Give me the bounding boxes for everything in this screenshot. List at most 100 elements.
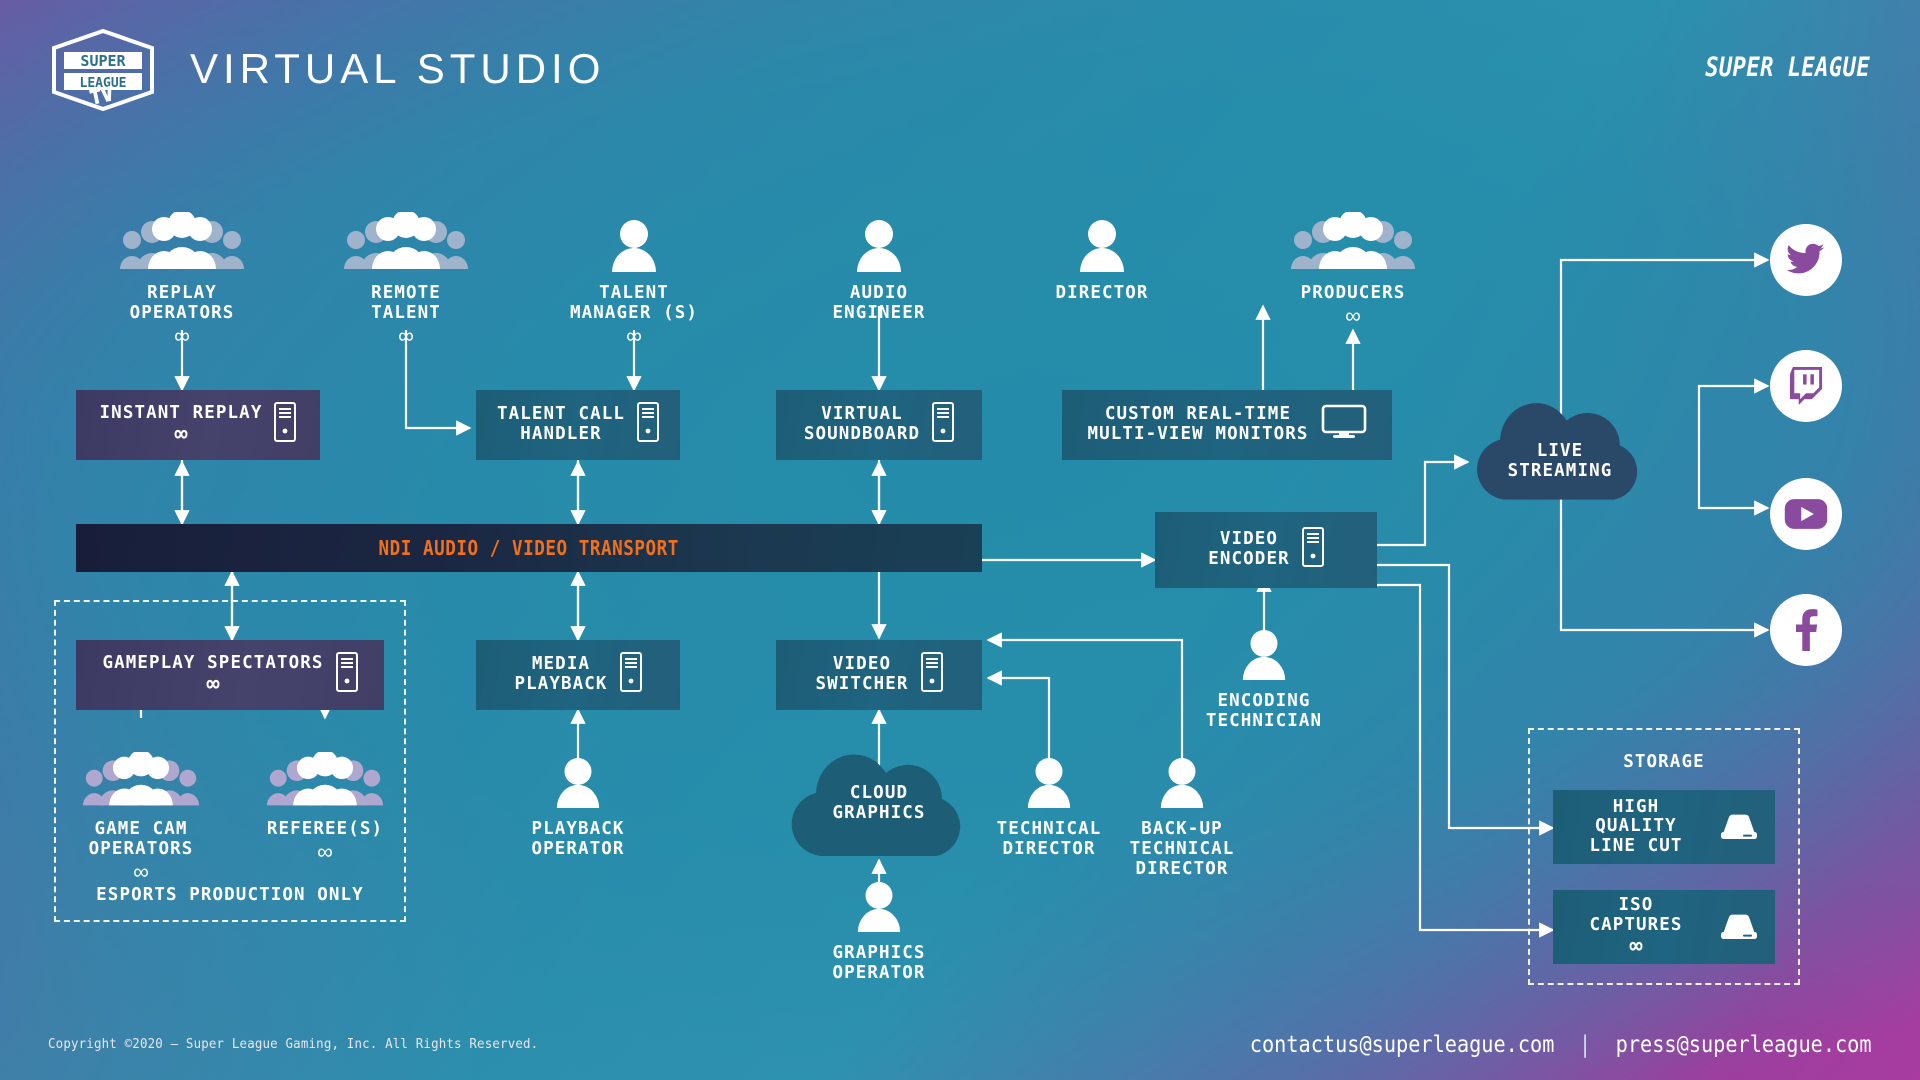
role-graphics-operator[interactable]: GRAPHICS OPERATOR bbox=[784, 880, 974, 984]
system-video-switcher[interactable]: VIDEO SWITCHER bbox=[776, 640, 982, 710]
role-label: ENCODING TECHNICIAN bbox=[1205, 691, 1323, 731]
system-gameplay-spectators[interactable]: GAMEPLAY SPECTATORS ∞ bbox=[76, 640, 384, 710]
system-high-quality-line-cut[interactable]: HIGH QUALITY LINE CUT bbox=[1553, 790, 1775, 864]
infinity-symbol: ∞ bbox=[1345, 302, 1361, 328]
role-label: TECHNICAL DIRECTOR bbox=[996, 819, 1102, 859]
role-label: GRAPHICS OPERATOR bbox=[832, 943, 926, 983]
system-talent-call-handler[interactable]: TALENT CALL HANDLER bbox=[476, 390, 680, 460]
cloud-live-streaming[interactable]: LIVE STREAMING bbox=[1464, 400, 1656, 506]
people-group-icon bbox=[81, 750, 201, 815]
role-game-cam-operators[interactable]: GAME CAM OPERATORS ∞ bbox=[46, 750, 236, 884]
server-tower-icon bbox=[335, 652, 358, 698]
press-email-link[interactable]: press@superleague.com bbox=[1616, 1032, 1872, 1058]
system-iso-captures[interactable]: ISO CAPTURES ∞ bbox=[1553, 890, 1775, 964]
server-tower-icon bbox=[920, 652, 943, 698]
infinity-symbol: ∞ bbox=[1629, 934, 1643, 960]
infographic-canvas: SUPER LEAGUE TV VIRTUAL STUDIO SUPER LEA… bbox=[0, 0, 1920, 1080]
copyright-text: Copyright ©2020 — Super League Gaming, I… bbox=[48, 1036, 539, 1052]
role-label: REPLAY OPERATORS bbox=[129, 283, 235, 323]
ndi-audio-video-transport-bar: NDI AUDIO / VIDEO TRANSPORT bbox=[76, 524, 982, 572]
transport-label: NDI AUDIO / VIDEO TRANSPORT bbox=[378, 536, 680, 560]
footer-contacts: contactus@superleague.com | press@superl… bbox=[1250, 1032, 1872, 1058]
youtube-icon bbox=[1784, 499, 1828, 529]
infinity-symbol: ∞ bbox=[174, 322, 190, 348]
server-tower-icon bbox=[274, 402, 297, 448]
server-tower-icon bbox=[619, 652, 642, 698]
role-playback-operator[interactable]: PLAYBACK OPERATOR bbox=[483, 756, 673, 860]
system-label: VIRTUAL SOUNDBOARD bbox=[803, 404, 921, 444]
role-label: REMOTE TALENT bbox=[371, 283, 441, 323]
server-tower-icon bbox=[1301, 527, 1324, 573]
role-backup-technical-director[interactable]: BACK-UP TECHNICAL DIRECTOR bbox=[1087, 756, 1277, 880]
infinity-symbol: ∞ bbox=[317, 838, 333, 864]
system-video-encoder[interactable]: VIDEO ENCODER bbox=[1155, 512, 1377, 588]
group-esports-label: ESPORTS PRODUCTION ONLY bbox=[96, 885, 364, 905]
person-icon bbox=[1238, 628, 1290, 687]
role-label: GAME CAM OPERATORS bbox=[88, 819, 194, 859]
infinity-symbol: ∞ bbox=[206, 672, 220, 698]
infinity-symbol: ∞ bbox=[398, 322, 414, 348]
person-icon bbox=[852, 218, 906, 279]
monitor-icon bbox=[1321, 404, 1367, 446]
role-referees[interactable]: REFEREE(S) ∞ bbox=[230, 750, 420, 864]
system-multiview-monitors[interactable]: CUSTOM REAL-TIME MULTI-VIEW MONITORS bbox=[1062, 390, 1392, 460]
person-icon bbox=[1156, 756, 1208, 815]
system-label: GAMEPLAY SPECTATORS bbox=[102, 652, 324, 673]
role-producers[interactable]: PRODUCERS ∞ bbox=[1258, 210, 1448, 328]
cloud-graphics[interactable]: CLOUD GRAPHICS bbox=[778, 752, 980, 862]
destination-twitter[interactable] bbox=[1770, 224, 1842, 296]
person-icon bbox=[1075, 218, 1129, 279]
hard-drive-icon bbox=[1717, 908, 1761, 946]
destination-twitch[interactable] bbox=[1770, 350, 1842, 422]
system-label: ISO CAPTURES bbox=[1589, 894, 1683, 935]
svg-text:TV: TV bbox=[88, 83, 115, 109]
cloud-label: CLOUD GRAPHICS bbox=[832, 783, 926, 823]
system-label: CUSTOM REAL-TIME MULTI-VIEW MONITORS bbox=[1087, 404, 1309, 444]
role-talent-manager[interactable]: TALENT MANAGER (S) ∞ bbox=[539, 218, 729, 347]
infinity-symbol: ∞ bbox=[626, 322, 642, 348]
role-label: PLAYBACK OPERATOR bbox=[531, 819, 625, 859]
infinity-symbol: ∞ bbox=[174, 422, 188, 448]
people-group-icon bbox=[342, 210, 470, 279]
system-virtual-soundboard[interactable]: VIRTUAL SOUNDBOARD bbox=[776, 390, 982, 460]
system-label: TALENT CALL HANDLER bbox=[497, 404, 625, 444]
system-label: INSTANT REPLAY bbox=[99, 402, 263, 423]
role-label: PRODUCERS bbox=[1300, 283, 1406, 303]
brand-wordmark: SUPER LEAGUE bbox=[1705, 52, 1870, 83]
role-replay-operators[interactable]: REPLAY OPERATORS ∞ bbox=[87, 210, 277, 348]
facebook-icon bbox=[1795, 609, 1818, 651]
system-label: VIDEO ENCODER bbox=[1208, 529, 1290, 569]
role-label: REFEREE(S) bbox=[266, 819, 384, 839]
page-title: VIRTUAL STUDIO bbox=[190, 45, 606, 92]
group-storage-label: STORAGE bbox=[1623, 752, 1705, 772]
system-instant-replay[interactable]: INSTANT REPLAY ∞ bbox=[76, 390, 320, 460]
people-group-icon bbox=[1289, 210, 1417, 279]
person-icon bbox=[1023, 756, 1075, 815]
server-tower-icon bbox=[932, 402, 955, 448]
system-label: VIDEO SWITCHER bbox=[815, 654, 909, 694]
role-remote-talent[interactable]: REMOTE TALENT ∞ bbox=[311, 210, 501, 348]
destination-youtube[interactable] bbox=[1770, 478, 1842, 550]
infinity-symbol: ∞ bbox=[133, 858, 149, 884]
role-audio-engineer[interactable]: AUDIO ENGINEER bbox=[784, 218, 974, 324]
system-label: HIGH QUALITY LINE CUT bbox=[1589, 796, 1683, 856]
hard-drive-icon bbox=[1717, 808, 1761, 846]
role-director[interactable]: DIRECTOR bbox=[1007, 218, 1197, 304]
system-label: MEDIA PLAYBACK bbox=[514, 654, 608, 694]
role-label: BACK-UP TECHNICAL DIRECTOR bbox=[1129, 819, 1235, 879]
footer-separator: | bbox=[1579, 1032, 1592, 1058]
role-label: DIRECTOR bbox=[1055, 283, 1149, 303]
super-league-tv-logo: SUPER LEAGUE TV bbox=[48, 28, 158, 114]
person-icon bbox=[552, 756, 604, 815]
person-icon bbox=[607, 218, 661, 279]
twitter-icon bbox=[1786, 243, 1825, 274]
server-tower-icon bbox=[637, 402, 659, 448]
destination-facebook[interactable] bbox=[1770, 594, 1842, 666]
svg-text:SUPER: SUPER bbox=[80, 52, 126, 70]
contact-email-link[interactable]: contactus@superleague.com bbox=[1250, 1032, 1555, 1058]
system-media-playback[interactable]: MEDIA PLAYBACK bbox=[476, 640, 680, 710]
cloud-label: LIVE STREAMING bbox=[1507, 441, 1613, 481]
twitch-icon bbox=[1789, 367, 1823, 405]
role-encoding-technician[interactable]: ENCODING TECHNICIAN bbox=[1169, 628, 1359, 732]
people-group-icon bbox=[265, 750, 385, 815]
